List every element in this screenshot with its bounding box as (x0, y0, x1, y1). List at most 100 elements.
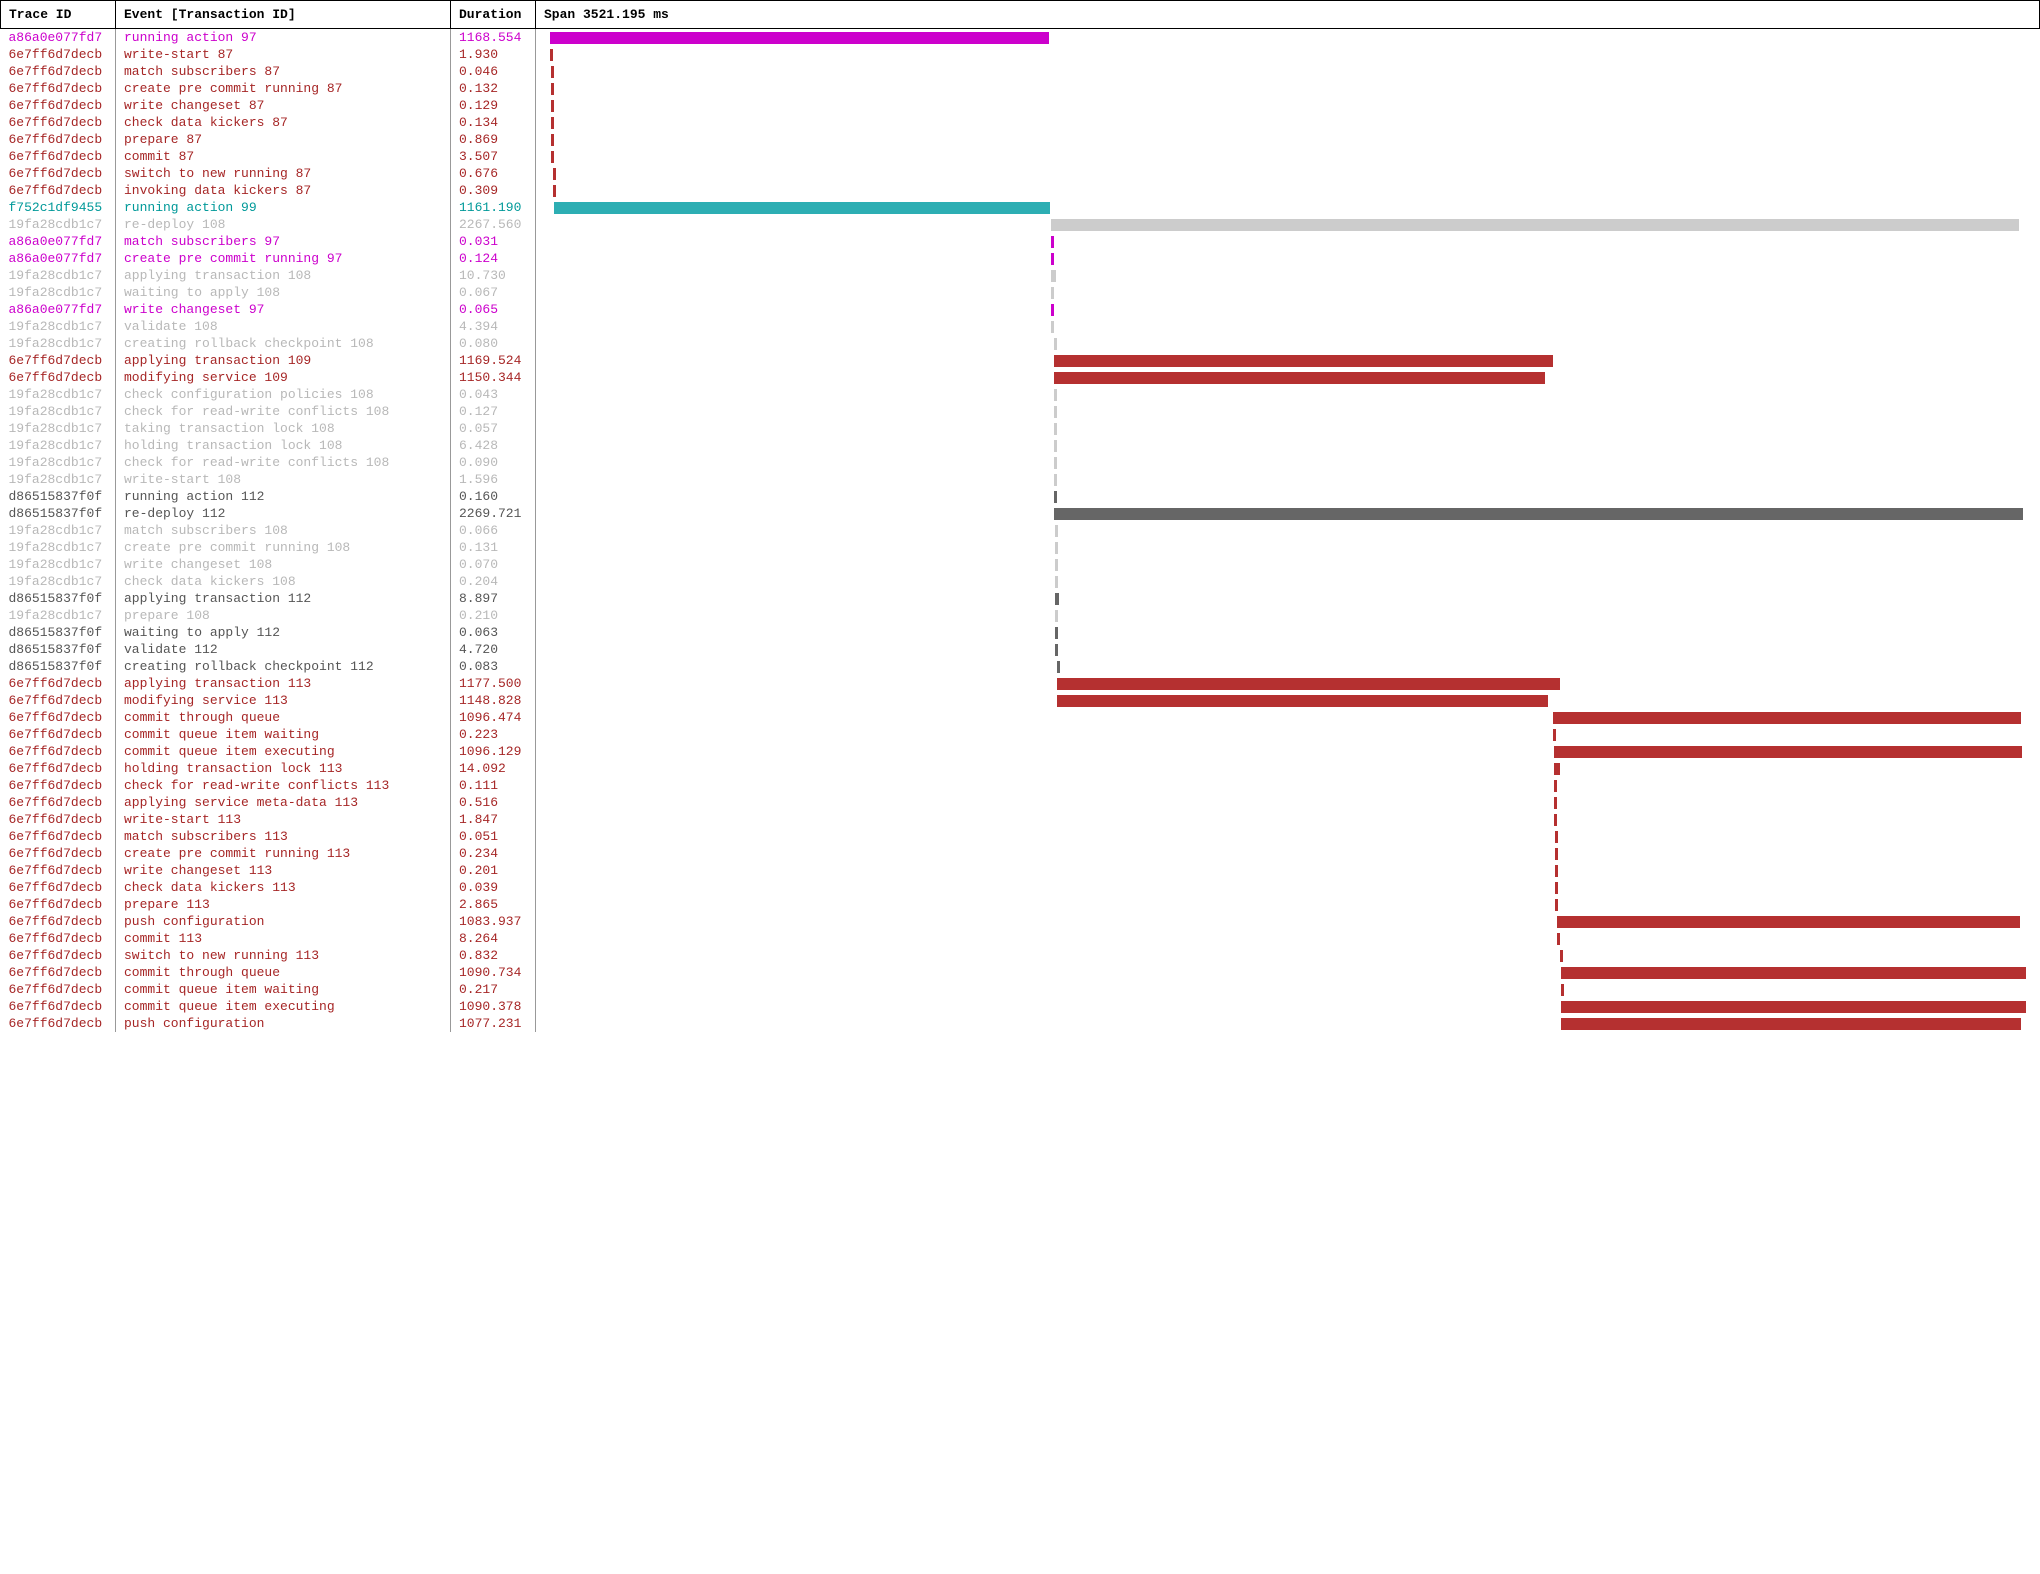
table-row[interactable]: 19fa28cdb1c7re-deploy 1082267.560 (1, 216, 2040, 233)
span-bar[interactable] (1554, 780, 1557, 792)
table-row[interactable]: 6e7ff6d7decbcommit queue item executing1… (1, 743, 2040, 760)
span-bar[interactable] (1057, 661, 1060, 673)
span-bar[interactable] (1051, 236, 1054, 248)
span-bar[interactable] (1055, 593, 1059, 605)
table-row[interactable]: 19fa28cdb1c7match subscribers 1080.066 (1, 522, 2040, 539)
span-bar[interactable] (1561, 1018, 2021, 1030)
table-row[interactable]: 19fa28cdb1c7applying transaction 10810.7… (1, 267, 2040, 284)
span-bar[interactable] (1555, 865, 1558, 877)
table-row[interactable]: d86515837f0fapplying transaction 1128.89… (1, 590, 2040, 607)
table-row[interactable]: d86515837f0fwaiting to apply 1120.063 (1, 624, 2040, 641)
table-row[interactable]: a86a0e077fd7match subscribers 970.031 (1, 233, 2040, 250)
table-row[interactable]: 6e7ff6d7decbmodifying service 1091150.34… (1, 369, 2040, 386)
span-bar[interactable] (553, 185, 556, 197)
table-row[interactable]: 19fa28cdb1c7write changeset 1080.070 (1, 556, 2040, 573)
span-bar[interactable] (551, 83, 554, 95)
span-bar[interactable] (553, 168, 556, 180)
span-bar[interactable] (1055, 644, 1058, 656)
span-bar[interactable] (1554, 746, 2022, 758)
span-bar[interactable] (1055, 576, 1058, 588)
span-bar[interactable] (1555, 899, 1558, 911)
span-bar[interactable] (1055, 542, 1058, 554)
span-bar[interactable] (1055, 610, 1058, 622)
header-event[interactable]: Event [Transaction ID] (116, 1, 451, 29)
table-row[interactable]: d86515837f0frunning action 1120.160 (1, 488, 2040, 505)
span-bar[interactable] (1054, 491, 1057, 503)
span-bar[interactable] (550, 49, 553, 61)
span-bar[interactable] (1557, 933, 1561, 945)
span-bar[interactable] (550, 32, 1049, 44)
table-row[interactable]: 6e7ff6d7decbcheck data kickers 1130.039 (1, 879, 2040, 896)
table-row[interactable]: 19fa28cdb1c7prepare 1080.210 (1, 607, 2040, 624)
header-span[interactable]: Span 3521.195 ms (536, 1, 2040, 29)
span-bar[interactable] (1561, 1001, 2027, 1013)
span-bar[interactable] (1554, 797, 1557, 809)
span-bar[interactable] (1557, 916, 2020, 928)
span-bar[interactable] (551, 151, 554, 163)
span-bar[interactable] (1051, 219, 2019, 231)
span-bar[interactable] (1555, 882, 1558, 894)
table-row[interactable]: 6e7ff6d7decbwrite changeset 870.129 (1, 97, 2040, 114)
table-row[interactable]: f752c1df9455running action 991161.190 (1, 199, 2040, 216)
span-bar[interactable] (1054, 372, 1545, 384)
header-trace[interactable]: Trace ID (1, 1, 116, 29)
table-row[interactable]: 6e7ff6d7decbmatch subscribers 1130.051 (1, 828, 2040, 845)
table-row[interactable]: 6e7ff6d7decbcreate pre commit running 11… (1, 845, 2040, 862)
span-bar[interactable] (1051, 304, 1054, 316)
span-bar[interactable] (1054, 508, 2023, 520)
table-row[interactable]: 6e7ff6d7decbcommit through queue1096.474 (1, 709, 2040, 726)
table-row[interactable]: 6e7ff6d7decbprepare 1132.865 (1, 896, 2040, 913)
span-bar[interactable] (1561, 984, 1564, 996)
table-row[interactable]: 6e7ff6d7decbcommit queue item waiting0.2… (1, 981, 2040, 998)
table-row[interactable]: 6e7ff6d7decbapplying transaction 1131177… (1, 675, 2040, 692)
span-bar[interactable] (1054, 440, 1057, 452)
span-bar[interactable] (1054, 389, 1057, 401)
table-row[interactable]: 6e7ff6d7decbapplying transaction 1091169… (1, 352, 2040, 369)
table-row[interactable]: 19fa28cdb1c7waiting to apply 1080.067 (1, 284, 2040, 301)
table-row[interactable]: 6e7ff6d7decbcommit 1138.264 (1, 930, 2040, 947)
span-bar[interactable] (1553, 729, 1556, 741)
header-duration[interactable]: Duration (451, 1, 536, 29)
table-row[interactable]: 6e7ff6d7decbcheck data kickers 870.134 (1, 114, 2040, 131)
table-row[interactable]: 6e7ff6d7decbpush configuration1083.937 (1, 913, 2040, 930)
table-row[interactable]: 19fa28cdb1c7check data kickers 1080.204 (1, 573, 2040, 590)
span-bar[interactable] (1561, 967, 2027, 979)
table-row[interactable]: 6e7ff6d7decbcommit 873.507 (1, 148, 2040, 165)
span-bar[interactable] (1555, 831, 1558, 843)
table-row[interactable]: 6e7ff6d7decbwrite-start 1131.847 (1, 811, 2040, 828)
table-row[interactable]: 6e7ff6d7decbwrite-start 871.930 (1, 46, 2040, 63)
table-row[interactable]: d86515837f0fre-deploy 1122269.721 (1, 505, 2040, 522)
table-row[interactable]: 6e7ff6d7decbapplying service meta-data 1… (1, 794, 2040, 811)
table-row[interactable]: a86a0e077fd7write changeset 970.065 (1, 301, 2040, 318)
table-row[interactable]: 6e7ff6d7decbholding transaction lock 113… (1, 760, 2040, 777)
span-bar[interactable] (1054, 474, 1057, 486)
span-bar[interactable] (1051, 270, 1056, 282)
span-bar[interactable] (1057, 695, 1548, 707)
span-bar[interactable] (1051, 253, 1054, 265)
span-bar[interactable] (1055, 525, 1058, 537)
span-bar[interactable] (1055, 559, 1058, 571)
table-row[interactable]: 19fa28cdb1c7write-start 1081.596 (1, 471, 2040, 488)
span-bar[interactable] (1054, 457, 1057, 469)
table-row[interactable]: 6e7ff6d7decbcommit through queue1090.734 (1, 964, 2040, 981)
table-row[interactable]: 6e7ff6d7decbcommit queue item waiting0.2… (1, 726, 2040, 743)
table-row[interactable]: 19fa28cdb1c7check configuration policies… (1, 386, 2040, 403)
span-bar[interactable] (1555, 848, 1558, 860)
span-bar[interactable] (554, 202, 1050, 214)
table-row[interactable]: 6e7ff6d7decbcreate pre commit running 87… (1, 80, 2040, 97)
span-bar[interactable] (551, 117, 554, 129)
table-row[interactable]: 19fa28cdb1c7creating rollback checkpoint… (1, 335, 2040, 352)
span-bar[interactable] (1054, 406, 1057, 418)
table-row[interactable]: d86515837f0fvalidate 1124.720 (1, 641, 2040, 658)
span-bar[interactable] (551, 100, 554, 112)
table-row[interactable]: 6e7ff6d7decbcheck for read-write conflic… (1, 777, 2040, 794)
span-bar[interactable] (551, 66, 554, 78)
span-bar[interactable] (1560, 950, 1563, 962)
span-bar[interactable] (1057, 678, 1560, 690)
table-row[interactable]: 6e7ff6d7decbmatch subscribers 870.046 (1, 63, 2040, 80)
table-row[interactable]: 19fa28cdb1c7check for read-write conflic… (1, 403, 2040, 420)
span-bar[interactable] (1554, 814, 1557, 826)
table-row[interactable]: 6e7ff6d7decbwrite changeset 1130.201 (1, 862, 2040, 879)
table-row[interactable]: 19fa28cdb1c7taking transaction lock 1080… (1, 420, 2040, 437)
span-bar[interactable] (1055, 627, 1058, 639)
